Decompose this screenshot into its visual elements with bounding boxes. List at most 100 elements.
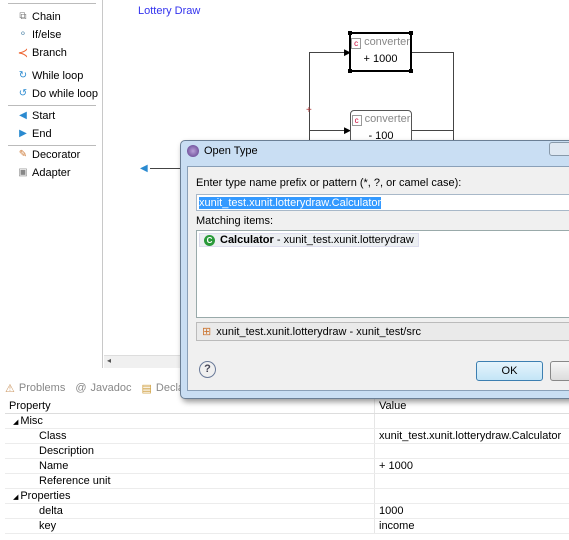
match-package: - xunit_test.xunit.lotterydraw	[273, 234, 414, 246]
class-icon: C	[204, 234, 215, 246]
table-row[interactable]: Name + 1000	[5, 459, 569, 474]
javadoc-icon: @	[75, 382, 87, 394]
separator	[8, 105, 96, 106]
resize-handle[interactable]	[409, 69, 413, 73]
resize-handle[interactable]	[409, 31, 413, 35]
diagram-title[interactable]: Lottery Draw	[138, 5, 200, 17]
property-name: ◢ Properties	[5, 489, 375, 503]
palette-item-ifelse[interactable]: ⚬ If/else	[17, 27, 62, 43]
property-label: Reference unit	[39, 475, 111, 487]
property-value[interactable]	[375, 489, 379, 503]
connector	[150, 168, 180, 169]
class-icon: c	[351, 38, 362, 49]
resize-handle[interactable]	[348, 31, 352, 35]
palette-item-chain[interactable]: ⧉ Chain	[17, 9, 61, 25]
separator	[8, 3, 96, 4]
cancel-button[interactable]	[550, 361, 569, 381]
palette-item-adapter[interactable]: ▣ Adapter	[17, 165, 71, 181]
palette-item-while-loop[interactable]: ↻ While loop	[17, 68, 84, 84]
tab-label: Problems	[18, 382, 66, 394]
label: While loop	[32, 70, 84, 82]
palette-item-branch[interactable]: ≺ Branch	[17, 45, 67, 61]
table-row[interactable]: Description	[5, 444, 569, 459]
help-button[interactable]: ?	[199, 361, 216, 378]
palette: ⧉ Chain ⚬ If/else ≺ Branch ↻ While loop ↺ Do …	[0, 0, 103, 368]
resize-handle[interactable]	[348, 69, 352, 73]
start-icon: ◀	[19, 110, 27, 121]
adapter-icon: ▣	[18, 167, 28, 178]
problems-icon: ⚠	[5, 382, 15, 395]
property-label: Properties	[20, 490, 71, 502]
property-value[interactable]: + 1000	[375, 459, 413, 473]
table-row[interactable]: key income	[5, 519, 569, 534]
property-label: key	[39, 520, 57, 532]
decorator-icon: ✎	[18, 149, 28, 160]
property-label: Name	[39, 460, 69, 472]
package-icon: ⊞	[202, 326, 212, 338]
table-header: Property Value	[5, 399, 569, 414]
minimize-button[interactable]	[549, 142, 569, 156]
property-name: Name	[5, 459, 375, 473]
property-name: ◢ Misc	[5, 414, 375, 428]
label: End	[32, 128, 52, 140]
table-row[interactable]: ◢ Properties	[5, 489, 569, 504]
start-icon[interactable]: ◀	[140, 163, 148, 174]
palette-item-end[interactable]: ▶ End	[17, 126, 52, 142]
end-icon: ▶	[19, 128, 27, 139]
tab-label: Javadoc	[90, 382, 132, 394]
dialog-title: Open Type	[204, 145, 258, 157]
property-value[interactable]	[375, 444, 379, 458]
connector	[412, 52, 453, 53]
property-name: key	[5, 519, 375, 533]
status-text: xunit_test.xunit.lotterydraw - xunit_tes…	[216, 325, 422, 338]
label: Branch	[32, 47, 67, 59]
ifelse-icon: ⚬	[18, 29, 28, 40]
label: If/else	[32, 29, 62, 41]
column-header-value: Value	[379, 400, 407, 412]
dialog-titlebar: Open Type	[187, 145, 258, 157]
property-value[interactable]: xunit_test.xunit.lotterydraw.Calculator	[375, 429, 561, 443]
connector	[412, 130, 453, 131]
match-name: Calculator	[220, 234, 274, 246]
label: Chain	[32, 11, 61, 23]
label: Start	[32, 110, 56, 122]
property-name: delta	[5, 504, 375, 518]
branch-marker: +	[306, 105, 312, 116]
open-type-dialog: Open Type Enter type name prefix or patt…	[180, 140, 569, 399]
ok-button[interactable]: OK	[476, 361, 543, 381]
property-value[interactable]: income	[375, 519, 414, 533]
property-value[interactable]: 1000	[375, 504, 403, 518]
palette-item-do-while-loop[interactable]: ↺ Do while loop	[17, 86, 98, 102]
column-header-property: Property	[5, 399, 375, 413]
property-name: Class	[5, 429, 375, 443]
matching-items-list[interactable]: C Calculator - xunit_test.xunit.lotterydr…	[196, 230, 569, 318]
eclipse-icon	[187, 145, 199, 157]
chain-icon: ⧉	[19, 11, 27, 22]
node-value: + 1000	[363, 53, 398, 65]
type-name-input[interactable]: xunit_test.xunit.lotterydraw.Calculator	[196, 194, 569, 211]
declaration-icon: ▤	[141, 382, 152, 395]
scroll-left-icon[interactable]: ◂	[107, 356, 111, 365]
tab-javadoc[interactable]: @ Javadoc	[75, 382, 131, 394]
property-value[interactable]	[375, 414, 379, 428]
converter-node[interactable]: c converter + 1000	[348, 31, 413, 73]
connector	[309, 52, 349, 53]
separator	[8, 145, 96, 146]
table-row[interactable]: ◢ Misc	[5, 414, 569, 429]
palette-item-decorator[interactable]: ✎ Decorator	[17, 147, 81, 163]
node-type: converter	[364, 36, 410, 48]
property-name: Reference unit	[5, 474, 375, 488]
properties-table: Property Value ◢ Misc Class xunit_test.xuni…	[5, 399, 569, 534]
property-value[interactable]	[375, 474, 379, 488]
table-row[interactable]: Reference unit	[5, 474, 569, 489]
label: Adapter	[32, 167, 71, 179]
list-item[interactable]: C Calculator - xunit_test.xunit.lotterydr…	[199, 233, 419, 247]
property-label: Description	[39, 445, 95, 457]
property-label: delta	[39, 505, 63, 517]
property-label: Class	[39, 430, 67, 442]
palette-item-start[interactable]: ◀ Start	[17, 108, 55, 124]
tab-problems[interactable]: ⚠ Problems	[5, 382, 65, 395]
dialog-body: Enter type name prefix or pattern (*, ?,…	[187, 166, 569, 391]
table-row[interactable]: Class xunit_test.xunit.lotterydraw.Calcul…	[5, 429, 569, 444]
table-row[interactable]: delta 1000	[5, 504, 569, 519]
